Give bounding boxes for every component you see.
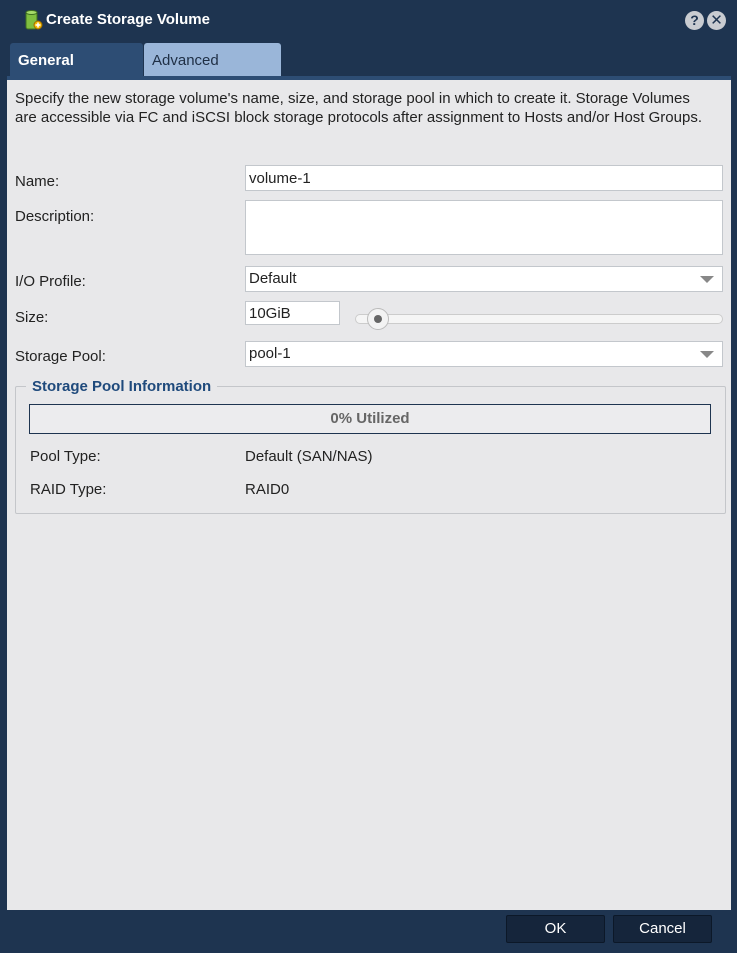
pool-type-label: Pool Type: — [30, 448, 101, 465]
utilization-bar: 0% Utilized — [29, 404, 711, 434]
cancel-button[interactable]: Cancel — [613, 915, 712, 943]
create-storage-volume-dialog: Create Storage Volume ? ✕ General Settin… — [0, 0, 737, 953]
storage-pool-value: pool-1 — [249, 345, 291, 362]
io-profile-label: I/O Profile: — [15, 273, 86, 290]
dialog-body: Specify the new storage volume's name, s… — [7, 80, 731, 910]
help-button[interactable]: ? — [685, 11, 704, 30]
chevron-down-icon[interactable] — [700, 351, 714, 358]
close-button[interactable]: ✕ — [707, 11, 726, 30]
storage-pool-info-group: Storage Pool Information 0% Utilized Poo… — [15, 378, 726, 514]
storage-pool-info-legend: Storage Pool Information — [26, 378, 218, 395]
size-input[interactable] — [245, 301, 340, 325]
name-input[interactable] — [245, 165, 723, 191]
tab-general-settings[interactable]: General Settings — [10, 43, 143, 105]
ok-button[interactable]: OK — [506, 915, 605, 943]
io-profile-value: Default — [249, 270, 297, 287]
dialog-title: Create Storage Volume — [46, 11, 210, 28]
pool-type-value: Default (SAN/NAS) — [245, 448, 373, 465]
storage-pool-label: Storage Pool: — [15, 348, 106, 365]
size-slider-handle[interactable] — [367, 308, 389, 330]
size-slider-track[interactable] — [355, 314, 723, 324]
io-profile-select[interactable]: Default — [245, 266, 723, 292]
tab-strip: General Settings Advanced Settings — [7, 40, 731, 105]
description-label: Description: — [15, 208, 95, 225]
storage-volume-icon — [25, 10, 43, 30]
dialog-titlebar[interactable]: Create Storage Volume ? ✕ — [0, 0, 737, 40]
intro-text: Specify the new storage volume's name, s… — [15, 90, 702, 126]
raid-type-value: RAID0 — [245, 481, 290, 498]
description-input[interactable] — [245, 200, 723, 255]
tab-advanced-settings[interactable]: Advanced Settings — [144, 43, 281, 105]
chevron-down-icon[interactable] — [700, 276, 714, 283]
size-label: Size: — [15, 309, 49, 326]
dialog-footer: OK Cancel — [0, 910, 737, 953]
storage-pool-select[interactable]: pool-1 — [245, 341, 723, 367]
name-label: Name: — [15, 173, 60, 190]
raid-type-label: RAID Type: — [30, 481, 107, 498]
